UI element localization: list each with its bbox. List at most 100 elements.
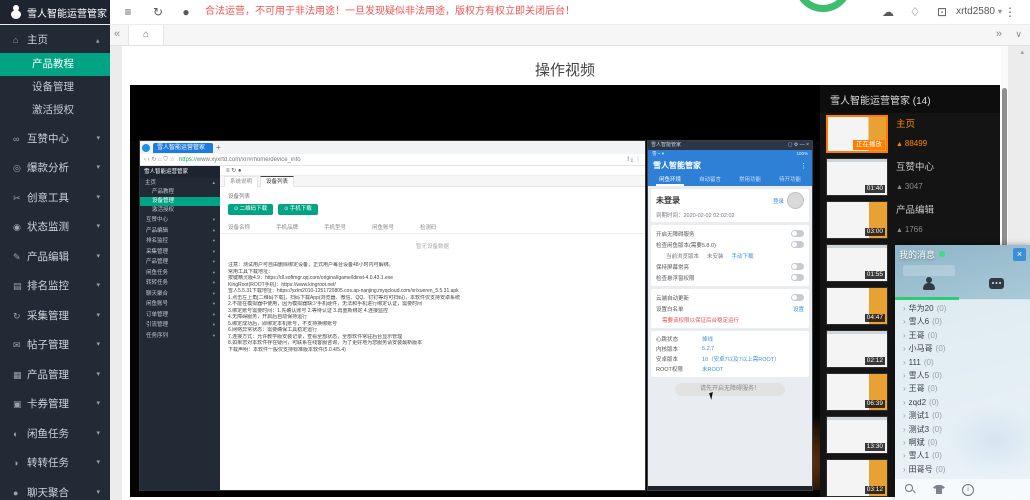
menu-toggle-icon[interactable]: ≡ bbox=[118, 0, 138, 24]
sidebar-item[interactable]: ▦产品管理▾ bbox=[0, 362, 110, 388]
page-tabbar: « ⌂ » ∨ bbox=[110, 24, 1030, 46]
sidebar-item[interactable]: ✂创意工具▾ bbox=[0, 185, 110, 211]
sidebar-item[interactable]: ✉帖子管理▾ bbox=[0, 332, 110, 358]
contact-row[interactable]: ›测试3(0) bbox=[895, 423, 1030, 436]
user-menu[interactable]: xrtd2580 bbox=[956, 0, 1002, 24]
contact-row[interactable]: ›小马哥(0) bbox=[895, 342, 1030, 355]
sidebar-item[interactable]: ◑转转任务▾ bbox=[0, 450, 110, 476]
video-thumbnail[interactable]: 13:30 bbox=[826, 416, 888, 454]
sidebar-subitem[interactable]: 激活授权 bbox=[0, 99, 110, 122]
sidebar-item-home[interactable]: ⌂主页▾ bbox=[0, 27, 110, 53]
sidebar-item[interactable]: ◐闲鱼任务▾ bbox=[0, 421, 110, 447]
video-thumbnail[interactable]: 正在播放 bbox=[826, 115, 888, 153]
playlist-item[interactable]: 01:40 互赞中心 3047 bbox=[820, 156, 1000, 199]
video-thumbnail[interactable]: 03:00 bbox=[826, 201, 888, 239]
sidebar-item-label: 产品编辑 bbox=[27, 251, 69, 263]
tabs-expand-icon[interactable]: » bbox=[996, 24, 1002, 45]
contact-row[interactable]: ›王哥(0) bbox=[895, 329, 1030, 342]
expand-arrow-icon: › bbox=[903, 451, 906, 460]
sidebar-item-label: 产品管理 bbox=[27, 369, 69, 381]
sidebar-item[interactable]: ∞互赞中心▾ bbox=[0, 126, 110, 152]
recorded-content: ≡ ↻ ● 系统说明设备列表 设备列表 二维码下载手机下载 设备名称手机品牌手机… bbox=[220, 166, 645, 490]
unread-count: (0) bbox=[937, 304, 947, 313]
theme-icon[interactable] bbox=[933, 485, 945, 494]
info-icon[interactable]: i bbox=[962, 484, 974, 496]
scrollbar-thumb[interactable] bbox=[1002, 88, 1007, 250]
contact-row[interactable]: ›111(0) bbox=[895, 356, 1030, 369]
contact-row[interactable]: ›田哥号(0) bbox=[895, 463, 1030, 476]
messages-tab-icon[interactable] bbox=[989, 278, 1004, 289]
sidebar-item[interactable]: ✎产品编辑▾ bbox=[0, 244, 110, 270]
recorded-buttons: 二维码下载手机下载 bbox=[220, 200, 645, 215]
more-dots-icon[interactable]: ⋮ bbox=[1000, 0, 1020, 24]
recorded-sidebar-item: 闲鱼账号 bbox=[140, 299, 220, 310]
sidebar-subitem-label: 设备管理 bbox=[32, 81, 74, 93]
playlist-item[interactable]: 正在播放 主页 88499 bbox=[820, 113, 1000, 156]
recorded-subitem-label: 产品教程 bbox=[152, 189, 174, 195]
duration-badge: 06:39 bbox=[865, 400, 885, 408]
contact-row[interactable]: ›雪人1(0) bbox=[895, 449, 1030, 462]
sidebar-item[interactable]: ↻采集管理▾ bbox=[0, 303, 110, 329]
record-icon[interactable]: ● bbox=[176, 0, 196, 24]
contact-row[interactable]: ›zqd2(0) bbox=[895, 396, 1030, 409]
recorded-column-header: 手机品牌 bbox=[276, 223, 324, 231]
expand-arrow-icon: › bbox=[903, 371, 906, 380]
sidebar-item-label: 聊天聚合 bbox=[27, 487, 69, 499]
chevron-down-icon: ▾ bbox=[96, 244, 100, 270]
phone-permission-note: 需要该权限以保证后台稳定运行 bbox=[656, 314, 804, 325]
contact-name: 雪人5 bbox=[909, 371, 929, 380]
video-thumbnail[interactable]: 01:55 bbox=[826, 244, 888, 282]
playlist-item[interactable]: 03:00 产品编辑 1766 bbox=[820, 199, 1000, 242]
contact-row[interactable]: ›华为20(0) bbox=[895, 302, 1030, 315]
phone-whitelist-action: 设置 bbox=[793, 305, 804, 313]
contact-row[interactable]: ›测试1(0) bbox=[895, 409, 1030, 422]
contact-row[interactable]: ›啊斌(0) bbox=[895, 436, 1030, 449]
contact-row[interactable]: ›雪人6(0) bbox=[895, 315, 1030, 328]
new-tab-icon: + bbox=[216, 143, 221, 152]
video-screen[interactable]: 雪人智能运营管家 + ‹ › ↻ ⌂ ⛉ ☆ https://www.xyxrt… bbox=[130, 85, 820, 497]
contact-row[interactable]: ›雪人5(0) bbox=[895, 369, 1030, 382]
search-icon[interactable] bbox=[905, 484, 916, 495]
sidebar-item[interactable]: ◉状态监测▾ bbox=[0, 214, 110, 240]
recorded-home-item: 主页 bbox=[140, 178, 220, 188]
now-playing-badge: 正在播放 bbox=[853, 140, 885, 150]
toggle-switch bbox=[791, 294, 804, 301]
page-title: 操作视频 bbox=[122, 46, 1008, 80]
phone-expire-time: 到期时间：2020-02-02 02:02:02 bbox=[656, 211, 804, 219]
scroll-up-arrow[interactable]: ▴ bbox=[1020, 48, 1024, 56]
chat-close-button[interactable]: × bbox=[1013, 248, 1026, 261]
toggle-switch bbox=[791, 241, 804, 248]
refresh-icon[interactable]: ↻ bbox=[148, 0, 168, 24]
cloud-download-icon[interactable]: ☁ bbox=[878, 0, 898, 24]
unread-count: (0) bbox=[936, 344, 946, 353]
contact-name: zqd2 bbox=[909, 398, 926, 407]
contact-name: 雪人1 bbox=[909, 451, 929, 460]
recorded-sidebar-item: 互赞中心 bbox=[140, 215, 220, 226]
tab-home[interactable]: ⌂ bbox=[128, 24, 164, 45]
fullscreen-icon[interactable]: ⊡ bbox=[932, 0, 952, 24]
video-thumbnail[interactable]: 04:47 bbox=[826, 287, 888, 325]
sidebar-item-label: 卡券管理 bbox=[27, 398, 69, 410]
browser-url: https://www.xyxrtd.com/xr/#/home/device_… bbox=[179, 157, 623, 163]
tag-icon[interactable]: ♢ bbox=[905, 0, 925, 24]
tabs-collapse-icon[interactable]: « bbox=[114, 24, 120, 45]
recorded-column-header: 设备名称 bbox=[228, 223, 276, 231]
sidebar-subitem[interactable]: 产品教程 bbox=[0, 53, 110, 76]
tabs-down-icon[interactable]: ∨ bbox=[1015, 24, 1022, 45]
video-thumbnail[interactable]: 02:12 bbox=[826, 330, 888, 368]
sidebar-item[interactable]: ▣卡券管理▾ bbox=[0, 391, 110, 417]
sidebar-item[interactable]: ◎爆款分析▾ bbox=[0, 155, 110, 181]
expand-arrow-icon: › bbox=[903, 304, 906, 313]
contact-row[interactable]: ›王哥(0) bbox=[895, 382, 1030, 395]
sidebar-subitem[interactable]: 设备管理 bbox=[0, 76, 110, 99]
sidebar-item[interactable]: ●聊天聚合▾ bbox=[0, 480, 110, 500]
unread-count: (0) bbox=[936, 465, 946, 474]
sidebar-item[interactable]: ▤排名监控▾ bbox=[0, 273, 110, 299]
video-thumbnail[interactable]: 06:39 bbox=[826, 373, 888, 411]
sidebar-item-label: 采集管理 bbox=[27, 310, 69, 322]
recorded-download-button: 二维码下载 bbox=[228, 204, 273, 215]
contacts-tab-icon[interactable] bbox=[922, 277, 936, 290]
duration-badge: 02:12 bbox=[865, 357, 885, 365]
video-thumbnail[interactable]: 01:40 bbox=[826, 158, 888, 196]
video-thumbnail[interactable]: 03:12 bbox=[826, 459, 888, 497]
